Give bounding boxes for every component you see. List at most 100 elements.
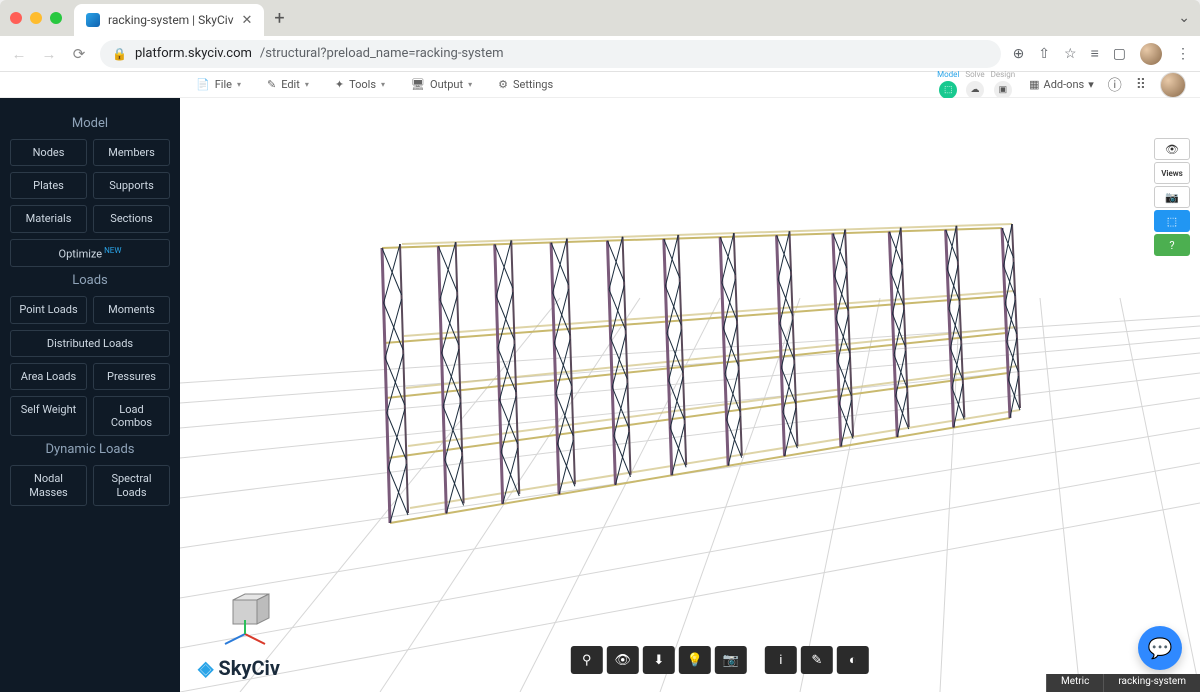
intercom-chat[interactable]: 💬 (1138, 626, 1182, 670)
maximize-window-icon[interactable] (50, 12, 62, 24)
url-host: platform.skyciv.com (135, 46, 252, 61)
tool-connections[interactable]: ⚲ (571, 646, 603, 674)
btn-materials[interactable]: Materials (10, 205, 87, 232)
btn-self-weight[interactable]: Self Weight (10, 396, 87, 436)
workspace: Model Nodes Members Plates Supports Mate… (0, 98, 1200, 692)
url-path: /structural?preload_name=racking-system (260, 46, 504, 61)
pencil-icon: ✎ (267, 78, 276, 91)
playlist-icon[interactable]: ≡ (1091, 45, 1099, 62)
kebab-icon[interactable]: ⋮ (1176, 46, 1190, 62)
axis-gizmo[interactable] (215, 592, 275, 652)
tab-title: racking-system | SkyCiv (108, 13, 234, 27)
visibility-toggle[interactable]: 👁 (1154, 138, 1190, 160)
window-controls (10, 12, 62, 24)
menu-edit[interactable]: ✎Edit▾ (267, 78, 309, 91)
viewport-3d[interactable]: 👁 Views 📷 ⬚ ? ⚲ 👁 ⬇ 💡 📷 i ✎ ◐ (180, 98, 1200, 692)
sidebar-section-dynamic: Dynamic Loads (10, 442, 170, 457)
btn-area-loads[interactable]: Area Loads (10, 363, 87, 390)
chat-icon: 💬 (1148, 636, 1173, 660)
chevron-down-icon: ▾ (305, 80, 309, 89)
btn-members[interactable]: Members (93, 139, 170, 166)
wand-icon: ✦ (335, 78, 344, 91)
stage-solve-button[interactable]: ☁ (966, 81, 984, 99)
stage-design-label: Design (991, 70, 1015, 79)
user-avatar[interactable] (1160, 72, 1186, 98)
status-units[interactable]: Metric (1046, 674, 1103, 692)
chevron-down-icon: ▾ (237, 80, 241, 89)
reload-button[interactable]: ⟳ (70, 45, 88, 63)
chevron-down-icon: ▾ (381, 80, 385, 89)
views-button[interactable]: Views (1154, 162, 1190, 184)
browser-actions: ⊕ ⇧ ☆ ≡ ▢ ⋮ (1013, 43, 1190, 65)
btn-nodes[interactable]: Nodes (10, 139, 87, 166)
url-input[interactable]: 🔒 platform.skyciv.com/structural?preload… (100, 40, 1001, 68)
stage-design-button[interactable]: ▣ (994, 81, 1012, 99)
bookmark-icon[interactable]: ☆ (1064, 46, 1077, 62)
browser-address-bar: ← → ⟳ 🔒 platform.skyciv.com/structural?p… (0, 36, 1200, 72)
browser-tab[interactable]: racking-system | SkyCiv ✕ (74, 4, 264, 36)
new-badge: NEW (104, 246, 121, 255)
tool-camera[interactable]: 📷 (715, 646, 747, 674)
btn-plates[interactable]: Plates (10, 172, 87, 199)
menu-output[interactable]: 🖥Output▾ (411, 78, 472, 91)
stage-model-label: Model (937, 70, 959, 79)
tool-download[interactable]: ⬇ (643, 646, 675, 674)
tool-visibility[interactable]: 👁 (607, 646, 639, 674)
menu-settings[interactable]: ⚙Settings (498, 78, 553, 91)
help-tip[interactable]: ? (1154, 234, 1190, 256)
sidebar-section-loads: Loads (10, 273, 170, 288)
forward-button[interactable]: → (40, 45, 58, 63)
monitor-icon: 🖥 (411, 78, 425, 91)
status-bar: Metric racking-system (1046, 674, 1200, 692)
btn-sections[interactable]: Sections (93, 205, 170, 232)
btn-optimize[interactable]: OptimizeNEW (10, 239, 170, 268)
back-button[interactable]: ← (10, 45, 28, 63)
app-toolbar: 📄File▾ ✎Edit▾ ✦Tools▾ 🖥Output▾ ⚙Settings… (0, 72, 1200, 98)
tool-info[interactable]: i (765, 646, 797, 674)
tab-overflow-icon[interactable]: ⌄ (1178, 10, 1190, 26)
stage-solve-label: Solve (965, 70, 984, 79)
view-quick-tools: 👁 Views 📷 ⬚ ? (1154, 138, 1190, 256)
camera-snapshot[interactable]: 📷 (1154, 186, 1190, 208)
btn-nodal-masses[interactable]: Nodal Masses (10, 465, 87, 505)
viewport-tools: ⚲ 👁 ⬇ 💡 📷 i ✎ ◐ (571, 646, 869, 674)
sidebar-section-model: Model (10, 116, 170, 131)
close-tab-icon[interactable]: ✕ (242, 13, 253, 28)
share-icon[interactable]: ⇧ (1038, 46, 1050, 62)
new-tab-button[interactable]: + (274, 8, 284, 29)
grid-icon: ▦ (1029, 78, 1039, 91)
btn-supports[interactable]: Supports (93, 172, 170, 199)
gear-icon: ⚙ (498, 78, 508, 91)
close-window-icon[interactable] (10, 12, 22, 24)
file-icon: 📄 (196, 78, 210, 91)
tool-erase[interactable]: ◐ (837, 646, 869, 674)
tool-edit[interactable]: ✎ (801, 646, 833, 674)
chevron-down-icon: ▾ (1088, 78, 1094, 91)
menu-tools[interactable]: ✦Tools▾ (335, 78, 385, 91)
btn-load-combos[interactable]: Load Combos (93, 396, 170, 436)
apps-icon[interactable]: ⠿ (1136, 77, 1146, 93)
favicon-icon (86, 13, 100, 27)
main-menu: 📄File▾ ✎Edit▾ ✦Tools▾ 🖥Output▾ ⚙Settings (196, 78, 553, 91)
btn-spectral-loads[interactable]: Spectral Loads (93, 465, 170, 505)
btn-distributed-loads[interactable]: Distributed Loads (10, 330, 170, 357)
lock-icon: 🔒 (112, 47, 127, 61)
help-icon[interactable]: ⓘ (1108, 75, 1122, 95)
btn-moments[interactable]: Moments (93, 296, 170, 323)
minimize-window-icon[interactable] (30, 12, 42, 24)
workflow-stage: Model ⬚ Solve ☁ Design ▣ (937, 70, 1015, 99)
panel-icon[interactable]: ▢ (1113, 46, 1126, 62)
chevron-down-icon: ▾ (468, 80, 472, 89)
search-icon[interactable]: ⊕ (1013, 46, 1025, 62)
profile-avatar[interactable] (1140, 43, 1162, 65)
addons-menu[interactable]: ▦Add-ons▾ (1029, 78, 1094, 91)
btn-pressures[interactable]: Pressures (93, 363, 170, 390)
stage-model-button[interactable]: ⬚ (939, 81, 957, 99)
render-toggle[interactable]: ⬚ (1154, 210, 1190, 232)
status-project[interactable]: racking-system (1103, 674, 1200, 692)
menu-file[interactable]: 📄File▾ (196, 78, 241, 91)
brand-logo: ◈ SkyCiv (198, 656, 280, 680)
tool-light[interactable]: 💡 (679, 646, 711, 674)
btn-point-loads[interactable]: Point Loads (10, 296, 87, 323)
sidebar: Model Nodes Members Plates Supports Mate… (0, 98, 180, 692)
